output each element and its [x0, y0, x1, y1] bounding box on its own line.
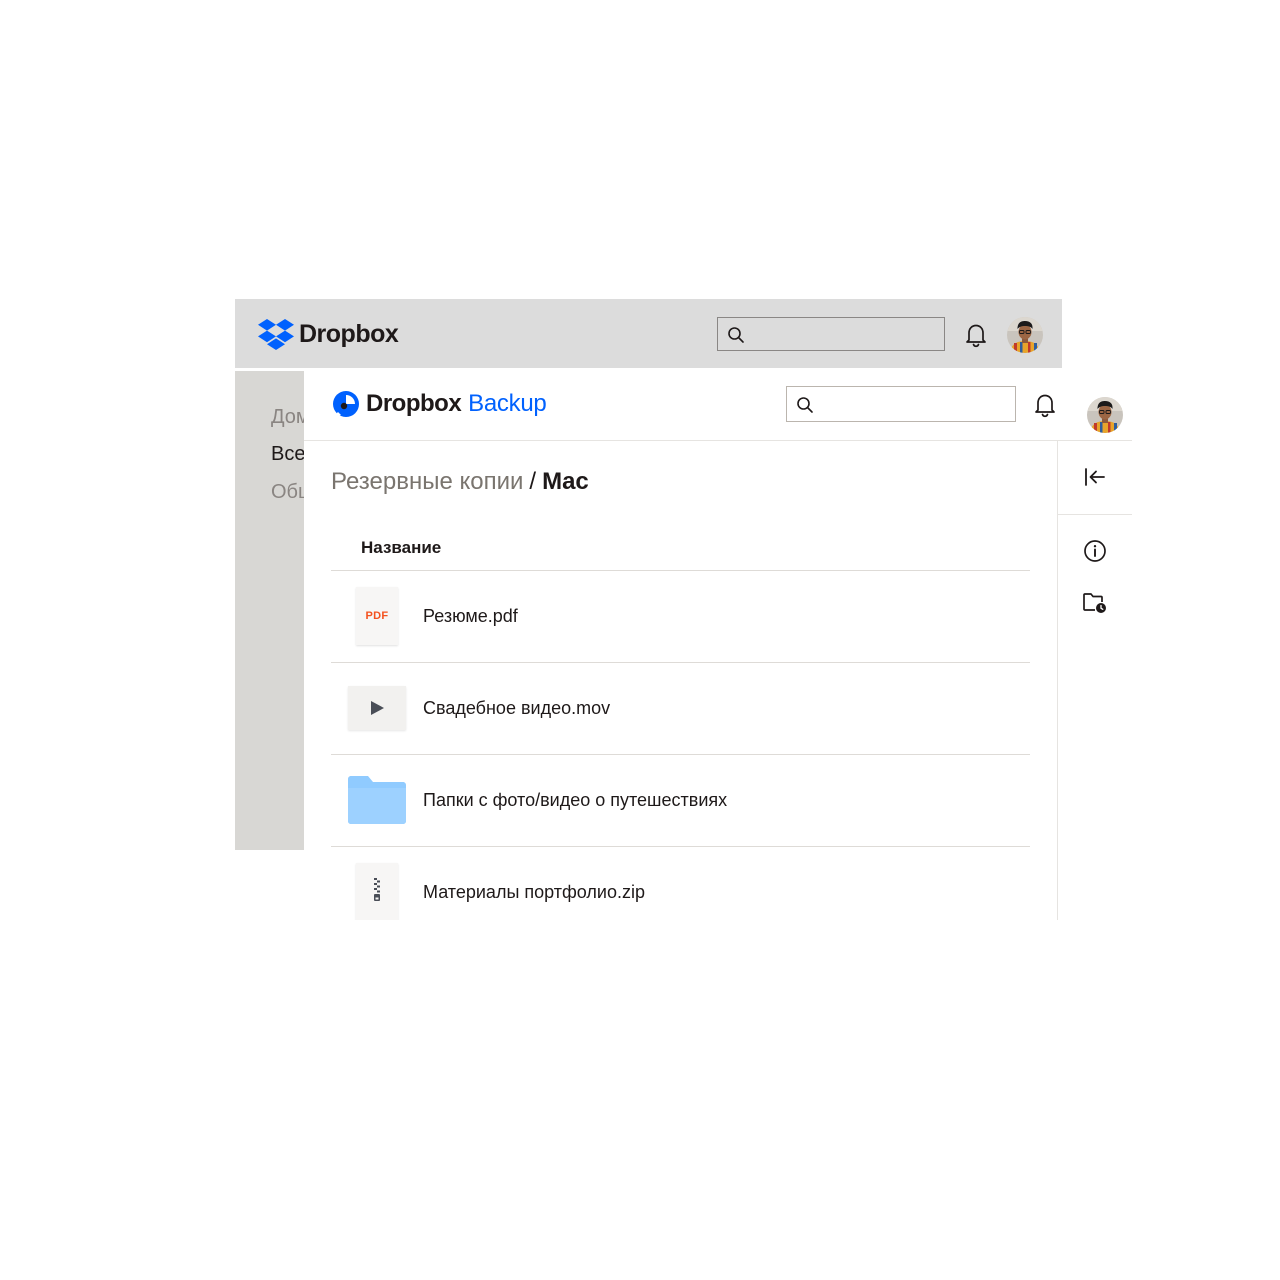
- user-avatar[interactable]: [1087, 397, 1123, 433]
- collapse-panel-icon: [1085, 468, 1105, 486]
- notifications-bell-icon[interactable]: [964, 322, 988, 348]
- info-button[interactable]: [1081, 537, 1109, 565]
- dropbox-sidebar: Домашняя Все файлы Общий доступ: [235, 371, 304, 850]
- folder-history-button[interactable]: [1081, 589, 1109, 617]
- file-row-folder[interactable]: Папки с фото/видео о путешествиях: [331, 755, 1030, 847]
- zipper-icon: [374, 878, 380, 901]
- breadcrumb: Резервные копии / Mac: [331, 468, 589, 496]
- file-row-pdf[interactable]: PDF Резюме.pdf: [331, 571, 1030, 663]
- backup-window: Dropbox Backup Резервные копии / Mac Наз…: [304, 368, 1132, 920]
- backup-search-input[interactable]: [786, 386, 1016, 422]
- pdf-badge: PDF: [365, 610, 389, 622]
- breadcrumb-current: Mac: [542, 468, 589, 495]
- dropbox-glyph-icon: [258, 319, 294, 350]
- file-name: Материалы портфолио.zip: [423, 882, 646, 902]
- zip-file-icon: [348, 862, 406, 920]
- file-name: Резюме.pdf: [423, 606, 518, 626]
- info-icon: [1084, 540, 1106, 562]
- dropbox-logo[interactable]: Dropbox: [258, 319, 399, 350]
- dropbox-search-input[interactable]: [717, 317, 945, 351]
- table-header: Название: [331, 528, 1030, 571]
- breadcrumb-parent-link[interactable]: Резервные копии: [331, 468, 523, 495]
- backup-top-bar: Dropbox Backup: [304, 368, 1132, 441]
- collapse-panel-button[interactable]: [1081, 463, 1109, 491]
- search-icon: [797, 397, 813, 413]
- sidebar-item-shared[interactable]: Общий доступ: [271, 481, 304, 504]
- search-icon: [728, 327, 744, 343]
- sidebar-item-home[interactable]: Домашняя: [271, 406, 304, 429]
- backup-product-name: Backup: [468, 390, 547, 417]
- video-file-icon: [348, 678, 406, 738]
- pdf-file-icon: PDF: [348, 586, 406, 646]
- dropbox-backup-logo[interactable]: Dropbox Backup: [332, 390, 547, 418]
- rail-divider: [1058, 514, 1132, 515]
- column-header-name[interactable]: Название: [361, 538, 441, 558]
- backup-glyph-icon: [332, 391, 359, 418]
- file-list: PDF Резюме.pdf Свадебное видео.mov Папки…: [331, 571, 1030, 920]
- folder-icon: [348, 770, 406, 830]
- sidebar-item-all-files[interactable]: Все файлы: [271, 443, 304, 466]
- file-row-video[interactable]: Свадебное видео.mov: [331, 663, 1030, 755]
- notifications-bell-icon[interactable]: [1033, 392, 1057, 418]
- dropbox-top-bar: Dropbox: [235, 299, 1062, 368]
- play-icon: [371, 701, 384, 715]
- file-name: Папки с фото/видео о путешествиях: [423, 790, 728, 810]
- breadcrumb-separator: /: [529, 468, 537, 495]
- dropbox-brand-name: Dropbox: [299, 320, 399, 348]
- right-info-rail: [1057, 441, 1132, 920]
- user-avatar[interactable]: [1007, 317, 1043, 353]
- backup-brand-name: Dropbox: [366, 390, 462, 417]
- folder-history-icon: [1083, 593, 1106, 613]
- file-name: Свадебное видео.mov: [423, 698, 611, 718]
- file-row-zip[interactable]: Материалы портфолио.zip: [331, 847, 1030, 920]
